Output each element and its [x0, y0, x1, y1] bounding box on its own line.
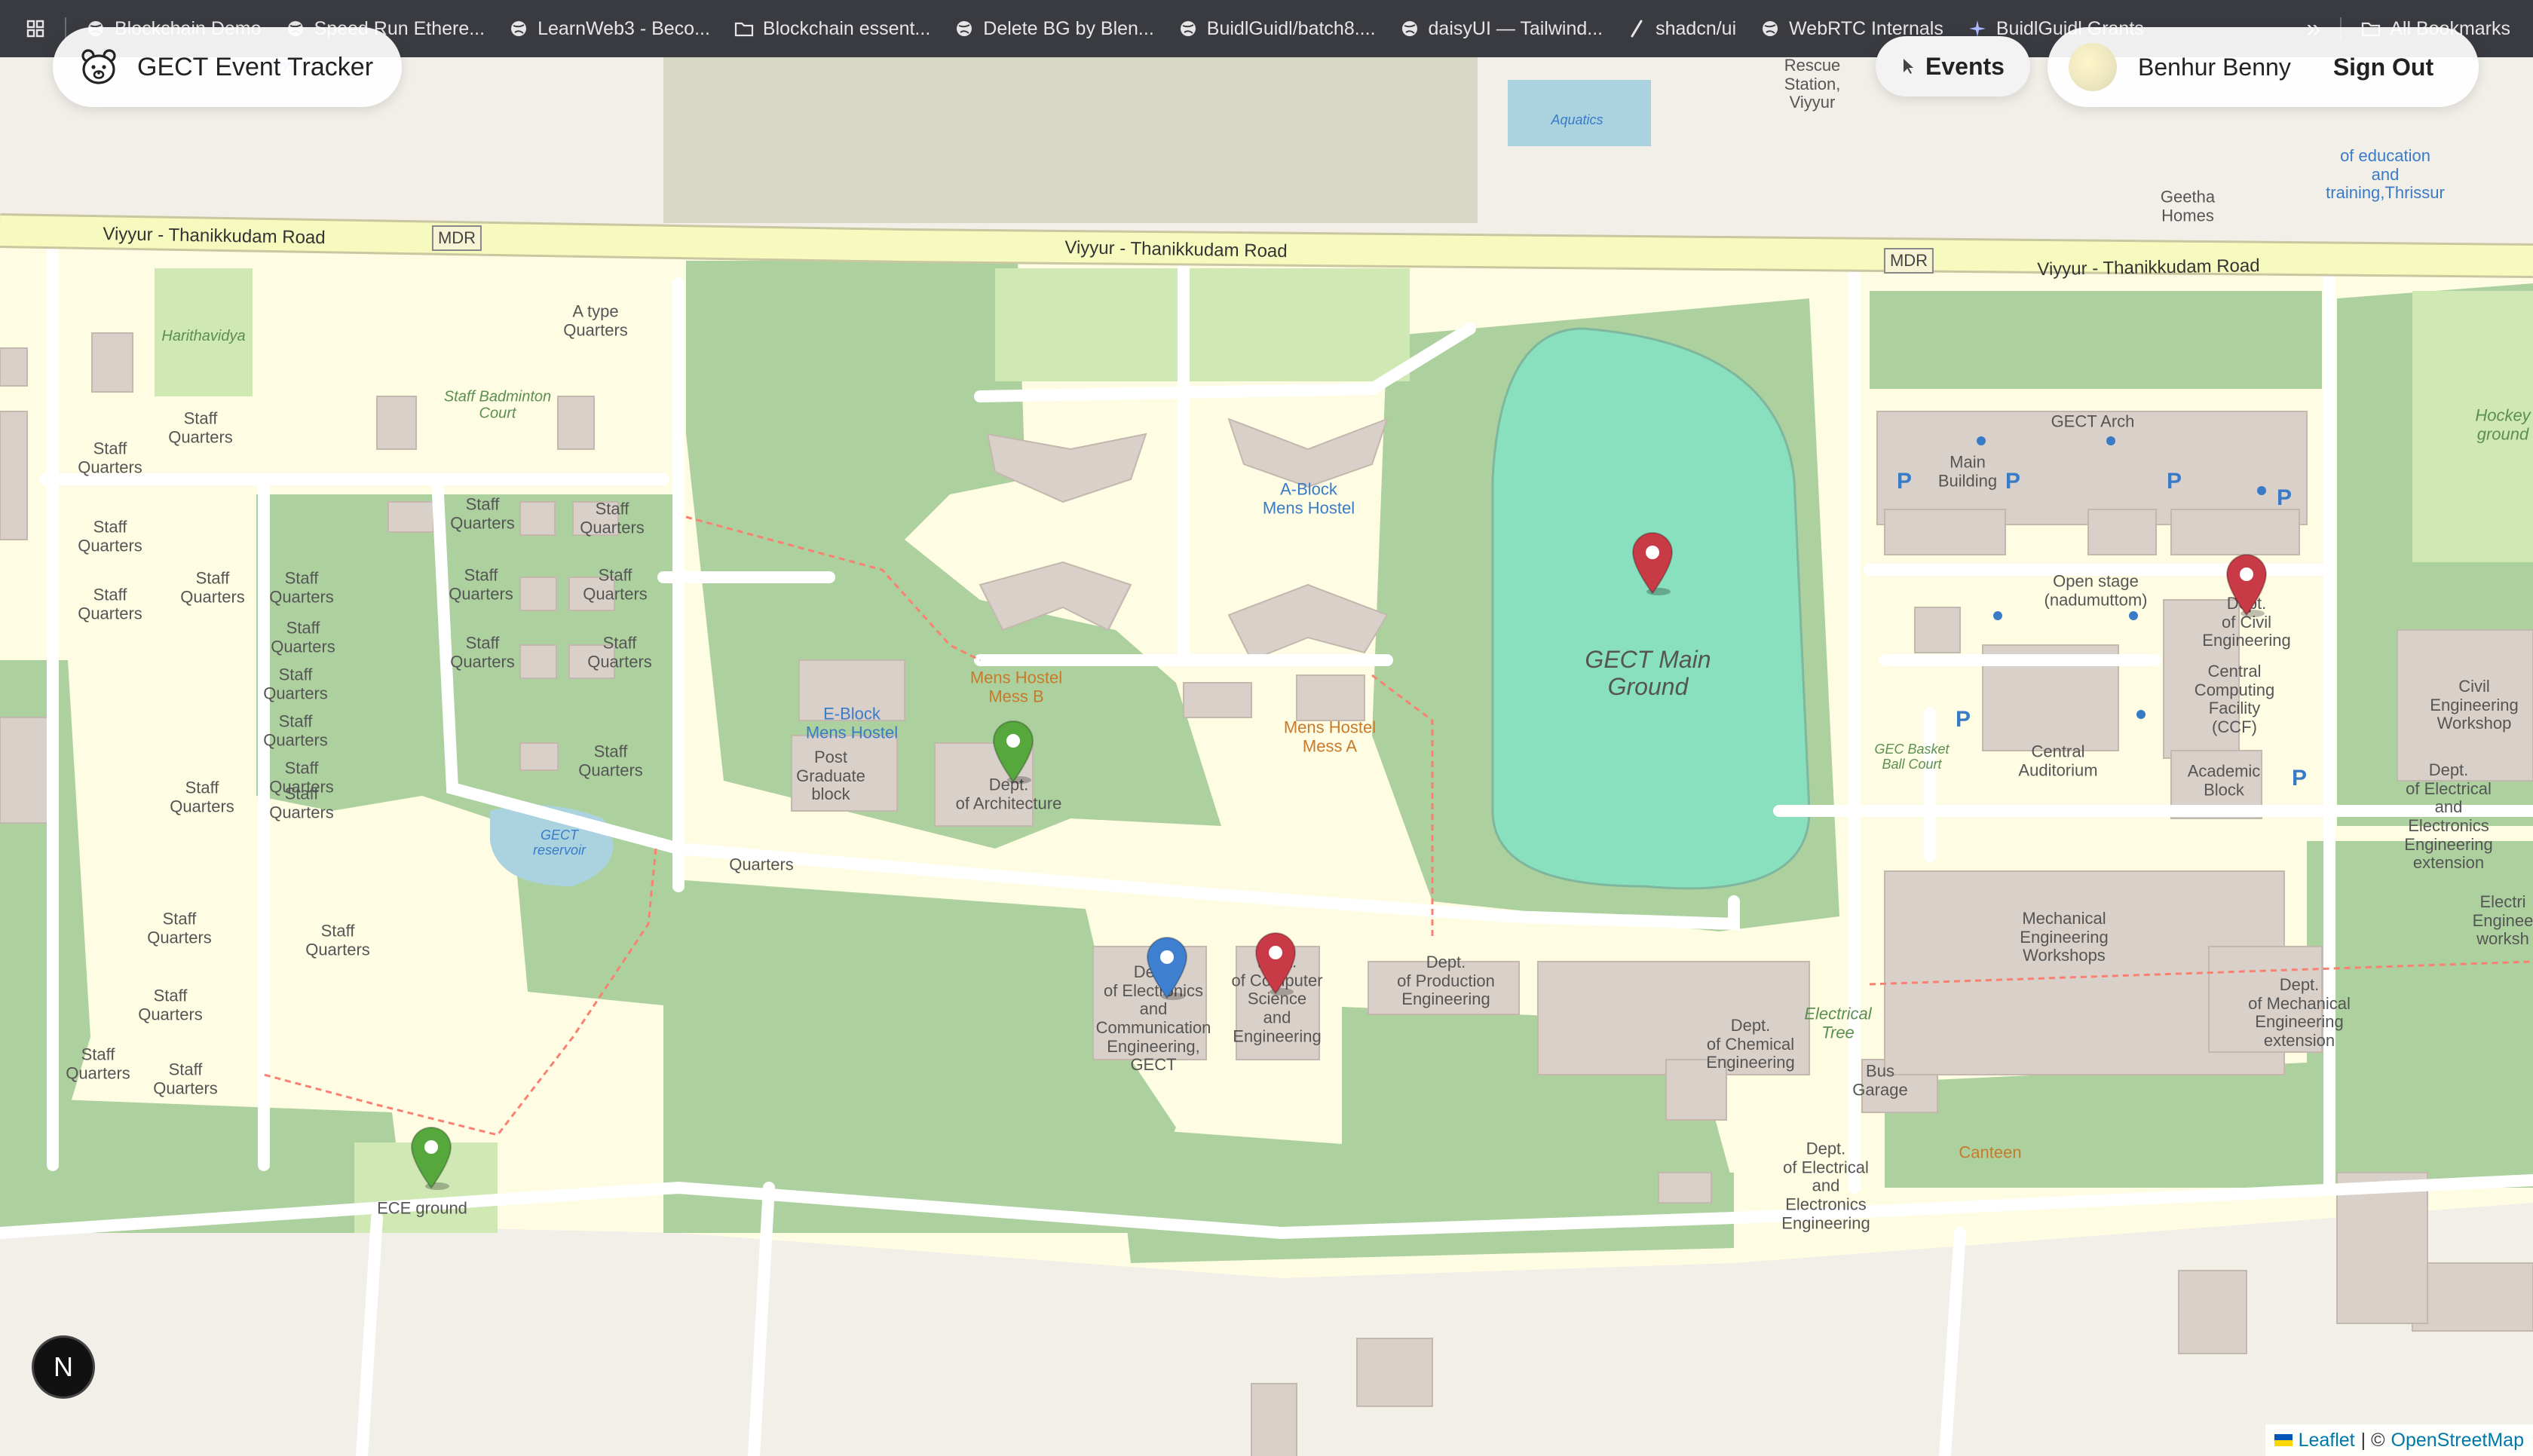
attribution-separator: | © — [2360, 1429, 2385, 1451]
next-dev-badge[interactable]: N — [32, 1335, 95, 1399]
map-marker-icon — [992, 720, 1034, 784]
bookmark-label: BuidlGuidl/batch8.... — [1206, 17, 1376, 39]
grid-icon — [26, 19, 45, 38]
bookmark-item[interactable]: shadcn/ui — [1615, 0, 1748, 57]
map-marker-icon — [2225, 554, 2268, 617]
events-button[interactable]: Events — [1876, 36, 2030, 96]
folder-icon — [734, 19, 754, 38]
bookmark-label: LearnWeb3 - Beco... — [538, 17, 710, 39]
mdr-shield: MDR — [431, 225, 482, 251]
event-pin-ece-ground[interactable] — [409, 1124, 454, 1190]
map-marker-icon — [410, 1127, 452, 1190]
map-base-layer: P P P P P P — [0, 57, 2533, 1456]
svg-text:P: P — [2277, 485, 2292, 510]
svg-text:P: P — [1956, 707, 1971, 732]
brand-panel[interactable]: GECT Event Tracker — [53, 27, 403, 107]
avatar[interactable] — [2069, 43, 2117, 91]
event-pin-architecture[interactable] — [991, 718, 1036, 784]
globe-icon — [1760, 19, 1780, 38]
bookmark-label: Blockchain essent... — [762, 17, 931, 39]
leaflet-link[interactable]: Leaflet — [2299, 1430, 2355, 1451]
event-pin-ece-dept[interactable] — [1144, 934, 1190, 1000]
bookmark-label: Delete BG by Blen... — [983, 17, 1154, 39]
sign-out-button[interactable]: Sign Out — [2333, 54, 2433, 81]
event-pin-civil-engineering[interactable] — [2224, 552, 2269, 617]
bookmark-item[interactable]: BuidlGuidl/batch8.... — [1166, 0, 1388, 57]
events-button-label: Events — [1925, 52, 2005, 80]
map-marker-icon — [1254, 932, 1297, 996]
map-marker-icon — [1631, 532, 1674, 595]
bear-logo-icon — [78, 47, 119, 87]
bookmark-item[interactable]: daisyUI — Tailwind... — [1388, 0, 1616, 57]
svg-text:P: P — [2292, 766, 2307, 791]
campus-map[interactable]: P P P P P P Viyyur - Thanikkudam Road Vi… — [0, 57, 2533, 1456]
user-name: Benhur Benny — [2138, 53, 2291, 81]
event-pin-cse-dept[interactable] — [1253, 930, 1298, 996]
svg-text:P: P — [2167, 469, 2182, 494]
user-panel: Benhur Benny Sign Out — [2048, 27, 2479, 107]
event-pin-main-ground[interactable] — [1630, 530, 1675, 595]
mdr-shield: MDR — [1883, 248, 1934, 274]
globe-icon — [509, 19, 528, 38]
bookmark-item[interactable]: Delete BG by Blen... — [942, 0, 1166, 57]
bookmark-label: daisyUI — Tailwind... — [1428, 17, 1603, 39]
bookmark-item[interactable]: LearnWeb3 - Beco... — [497, 0, 722, 57]
apps-grid-button[interactable] — [0, 0, 57, 57]
bookmark-label: shadcn/ui — [1655, 17, 1737, 39]
bookmark-item[interactable]: Blockchain essent... — [722, 0, 942, 57]
cursor-icon — [1901, 57, 1915, 75]
ukraine-flag-icon — [2274, 1434, 2293, 1446]
openstreetmap-link[interactable]: OpenStreetMap — [2391, 1430, 2525, 1451]
map-marker-icon — [1146, 937, 1188, 1000]
svg-text:P: P — [1897, 469, 1912, 494]
globe-icon — [954, 19, 974, 38]
globe-icon — [1400, 19, 1420, 38]
map-attribution: Leaflet | © OpenStreetMap — [2265, 1424, 2533, 1456]
svg-text:P: P — [2005, 469, 2020, 494]
slash-icon — [1627, 19, 1646, 38]
globe-icon — [1178, 19, 1198, 38]
brand-title: GECT Event Tracker — [137, 52, 374, 81]
